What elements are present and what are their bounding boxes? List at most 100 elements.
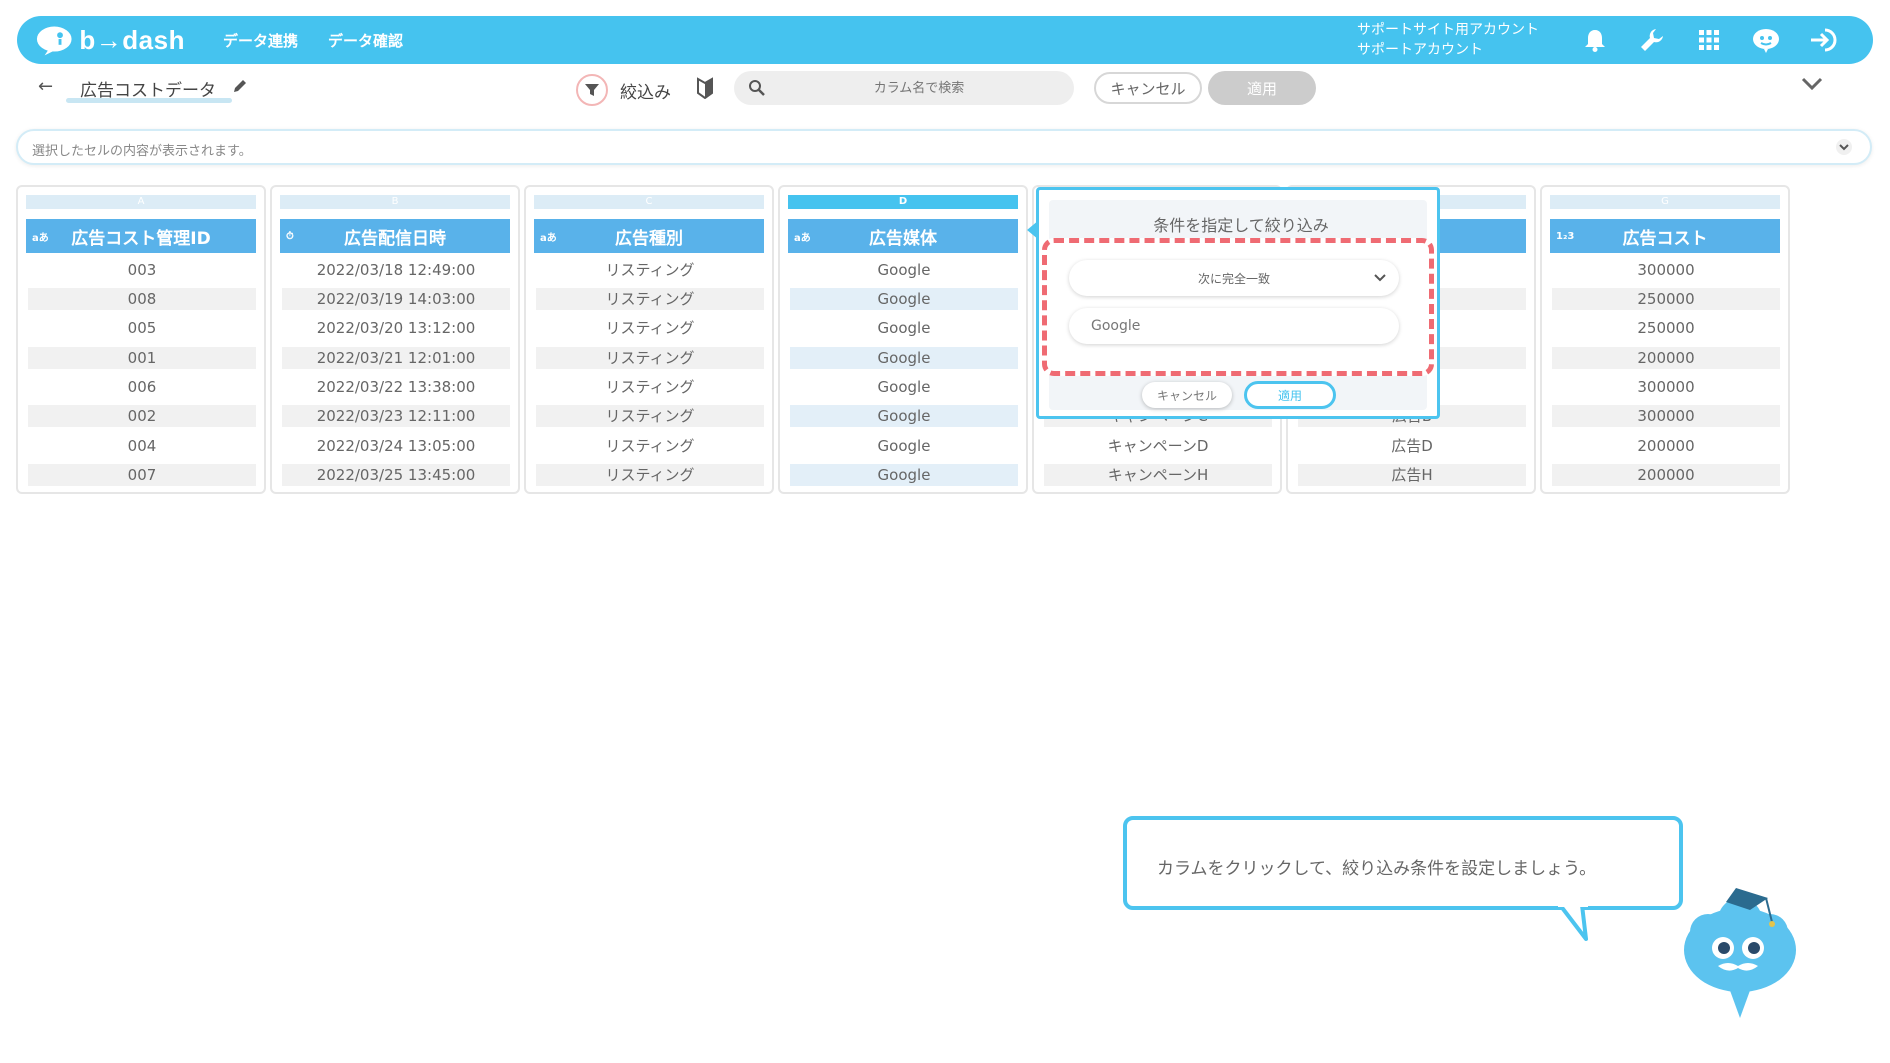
condition-select[interactable]: 次に完全一致 <box>1069 260 1399 296</box>
table-cell[interactable]: リスティング <box>536 259 764 281</box>
table-cell[interactable]: キャンペーンH <box>1044 464 1272 486</box>
column-name: 広告媒体 <box>869 228 937 249</box>
table-cell[interactable]: Google <box>790 405 1018 427</box>
column-letter[interactable]: G <box>1550 195 1780 209</box>
filter-button[interactable] <box>576 74 608 106</box>
column-letter[interactable]: C <box>534 195 764 209</box>
table-cell[interactable]: Google <box>790 259 1018 281</box>
table-cell[interactable]: 300000 <box>1552 405 1780 427</box>
table-cell[interactable]: 300000 <box>1552 259 1780 281</box>
table-cell[interactable]: 2022/03/22 13:38:00 <box>282 376 510 398</box>
table-cell[interactable]: 300000 <box>1552 376 1780 398</box>
table-cell[interactable]: 006 <box>28 376 256 398</box>
bubble-tail <box>1558 903 1588 941</box>
filter-value-input[interactable]: Google <box>1069 308 1399 344</box>
table-cell[interactable]: 2022/03/25 13:45:00 <box>282 464 510 486</box>
column-a[interactable]: Aaあ 広告コスト管理ID 003 008 005 001 006 002 004 007 <box>16 185 266 494</box>
table-cell[interactable]: Google <box>790 347 1018 369</box>
chevron-down-icon[interactable] <box>1836 139 1852 155</box>
table-cell[interactable]: 2022/03/24 13:05:00 <box>282 435 510 457</box>
tutorial-message: カラムをクリックして、絞り込み条件を設定しましょう。 <box>1157 859 1597 879</box>
bell-icon[interactable] <box>1577 22 1613 58</box>
account-info[interactable]: サポートサイト用アカウント サポートアカウント <box>1357 20 1539 60</box>
column-header[interactable]: aあ 広告種別 <box>534 219 764 253</box>
table-cell[interactable]: リスティング <box>536 317 764 339</box>
table-cell[interactable]: 007 <box>28 464 256 486</box>
cell-content-bar[interactable]: 選択したセルの内容が表示されます。 <box>16 129 1872 165</box>
data-type-icon: 1₂3 <box>1556 230 1575 242</box>
table-cell[interactable]: 広告H <box>1298 464 1526 486</box>
table-cell[interactable]: 008 <box>28 288 256 310</box>
column-header[interactable]: ⏱ 広告配信日時 <box>280 219 510 253</box>
column-b[interactable]: B ⏱ 広告配信日時 2022/03/18 12:49:00 2022/03/19 14… <box>270 185 520 494</box>
popover-apply-button[interactable]: 適用 <box>1244 381 1336 409</box>
table-cell[interactable]: リスティング <box>536 288 764 310</box>
cancel-button[interactable]: キャンセル <box>1094 72 1202 104</box>
search-icon <box>749 80 765 96</box>
table-cell[interactable]: リスティング <box>536 464 764 486</box>
apply-button[interactable]: 適用 <box>1208 71 1316 105</box>
column-letter[interactable]: D <box>788 195 1018 209</box>
table-cell[interactable]: 200000 <box>1552 435 1780 457</box>
data-type-icon: aあ <box>540 232 557 244</box>
column-name: 広告種別 <box>615 228 683 249</box>
table-cell[interactable]: Google <box>790 317 1018 339</box>
collapse-chevron-icon[interactable] <box>1800 76 1824 92</box>
table-cell[interactable]: 2022/03/18 12:49:00 <box>282 259 510 281</box>
popover-cancel-button[interactable]: キャンセル <box>1142 382 1232 408</box>
table-cell[interactable]: 002 <box>28 405 256 427</box>
popover-title: 条件を指定して絞り込み <box>1153 216 1329 235</box>
table-cell[interactable]: 200000 <box>1552 464 1780 486</box>
column-d[interactable]: Daあ 広告媒体 Google Google Google Google Google Goo… <box>778 185 1028 494</box>
data-type-icon: aあ <box>32 232 49 244</box>
beginner-mark-icon[interactable] <box>696 77 714 99</box>
column-letter[interactable]: A <box>26 195 256 209</box>
table-cell[interactable]: Google <box>790 376 1018 398</box>
table-cell[interactable]: Google <box>790 464 1018 486</box>
table-cell[interactable]: リスティング <box>536 435 764 457</box>
table-cell[interactable]: 200000 <box>1552 347 1780 369</box>
column-g[interactable]: G 1₂3 広告コスト 300000 250000 250000 200000 300000 3… <box>1540 185 1790 494</box>
nav-data-check[interactable]: データ確認 <box>328 30 403 51</box>
app-logo[interactable]: b→dash <box>35 24 185 56</box>
table-cell[interactable]: 広告D <box>1298 435 1526 457</box>
column-header[interactable]: aあ 広告媒体 <box>788 219 1018 253</box>
table-cell[interactable]: 250000 <box>1552 288 1780 310</box>
mascot-character-icon <box>1684 888 1796 1018</box>
account-site-label: サポートサイト用アカウント <box>1357 22 1539 38</box>
pencil-icon[interactable] <box>232 78 248 94</box>
table-cell[interactable]: 005 <box>28 317 256 339</box>
table-cell[interactable]: Google <box>790 435 1018 457</box>
mascot-help-icon[interactable] <box>1748 22 1784 58</box>
column-header[interactable]: 1₂3 広告コスト <box>1550 219 1780 253</box>
apps-grid-icon[interactable] <box>1691 22 1727 58</box>
nav-data-integration[interactable]: データ連携 <box>223 30 298 51</box>
search-input[interactable] <box>774 71 1064 105</box>
table-cell[interactable]: リスティング <box>536 405 764 427</box>
table-cell[interactable]: 2022/03/20 13:12:00 <box>282 317 510 339</box>
wrench-icon[interactable] <box>1634 22 1670 58</box>
column-letter[interactable]: B <box>280 195 510 209</box>
filter-icon <box>585 84 599 96</box>
table-cell[interactable]: 001 <box>28 347 256 369</box>
column-c[interactable]: Caあ 広告種別リスティング リスティング リスティング リスティング リスティング リステ… <box>524 185 774 494</box>
table-cell[interactable]: 2022/03/23 12:11:00 <box>282 405 510 427</box>
table-cell[interactable]: 004 <box>28 435 256 457</box>
back-arrow-icon[interactable]: ← <box>38 76 53 97</box>
table-cell[interactable]: リスティング <box>536 347 764 369</box>
table-cell[interactable]: 003 <box>28 259 256 281</box>
table-cell[interactable]: リスティング <box>536 376 764 398</box>
table-cell[interactable]: Google <box>790 288 1018 310</box>
column-name: 広告コスト <box>1622 228 1708 249</box>
table-cell[interactable]: キャンペーンD <box>1044 435 1272 457</box>
logo-text: b→dash <box>79 24 185 55</box>
logout-icon[interactable] <box>1805 22 1841 58</box>
tutorial-bubble: カラムをクリックして、絞り込み条件を設定しましょう。 <box>1123 816 1683 910</box>
table-cell[interactable]: 2022/03/21 12:01:00 <box>282 347 510 369</box>
title-underline <box>66 98 232 103</box>
table-cell[interactable]: 2022/03/19 14:03:00 <box>282 288 510 310</box>
table-cell[interactable]: 250000 <box>1552 317 1780 339</box>
column-name: 広告コスト管理ID <box>71 228 211 249</box>
column-header[interactable]: aあ 広告コスト管理ID <box>26 219 256 253</box>
column-search[interactable] <box>734 71 1074 105</box>
